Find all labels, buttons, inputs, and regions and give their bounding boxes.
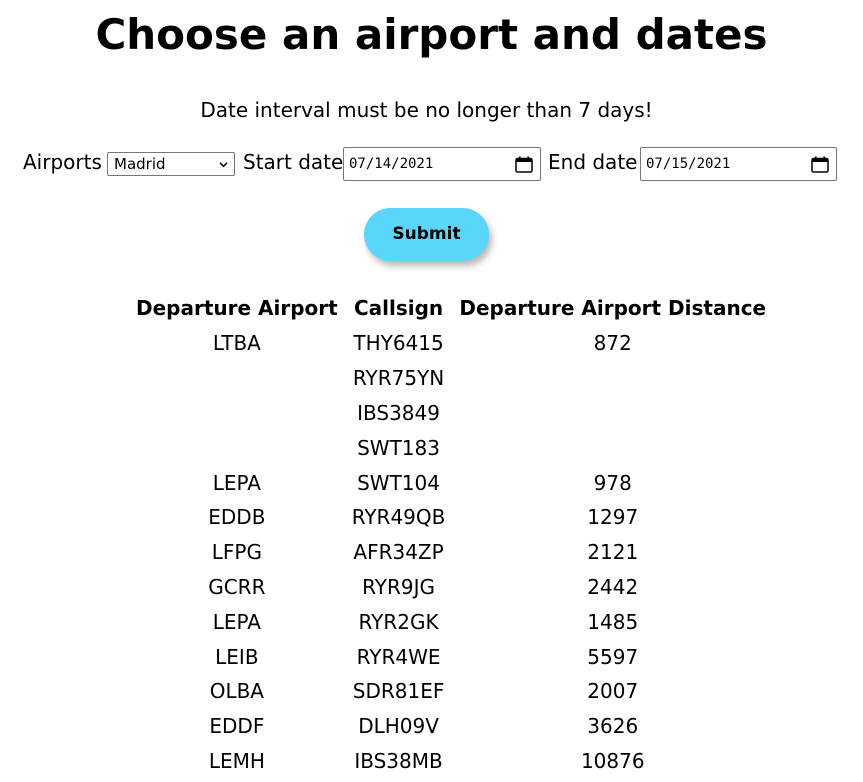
callsign-cell: RYR2GK [358, 609, 439, 634]
airport-select-value: Madrid [114, 155, 166, 173]
departure-airport-cell: LEMH [208, 748, 265, 773]
start-date-input[interactable]: 07/14/2021 [343, 147, 541, 181]
submit-button[interactable]: Submit [364, 208, 489, 261]
departure-airport-cell: EDDF [209, 714, 265, 739]
departure-airport-cell: GCRR [208, 574, 266, 599]
distance-cell: 2007 [587, 679, 639, 704]
table-row: LTBA THY6415 872 [130, 326, 772, 361]
callsign-cell: DLH09V [358, 714, 439, 739]
table-row: LEPA SWT104 978 [130, 465, 772, 500]
airports-label: Airports [23, 150, 102, 174]
table-row: LFPG AFR34ZP 2121 [130, 535, 772, 570]
column-header-departure-airport: Departure Airport [136, 296, 338, 320]
table-row: EDDF DLH09V 3626 [130, 709, 772, 744]
start-date-value: 07/14/2021 [349, 156, 434, 172]
departure-airport-cell: LFPG [211, 540, 262, 565]
callsign-cell: RYR4WE [356, 644, 441, 669]
flights-table: Departure Airport Callsign Departure Air… [128, 290, 774, 778]
departure-airport-cell [130, 430, 344, 465]
callsign-cell: RYR75YN [352, 366, 445, 391]
distance-cell: 1297 [587, 505, 639, 530]
date-interval-notice: Date interval must be no longer than 7 d… [200, 98, 653, 122]
distance-cell: 10876 [580, 748, 645, 773]
table-row: OLBA SDR81EF 2007 [130, 674, 772, 709]
column-header-departure-airport-distance: Departure Airport Distance [459, 296, 767, 320]
departure-airport-cell [130, 361, 344, 396]
departure-airport-cell: OLBA [209, 679, 264, 704]
table-row: LEPA RYR2GK 1485 [130, 604, 772, 639]
distance-cell: 2442 [587, 574, 639, 599]
callsign-cell: SDR81EF [352, 679, 445, 704]
table-row: SWT183 [130, 430, 772, 465]
callsign-cell: SWT183 [357, 435, 440, 460]
departure-airport-cell: EDDB [208, 505, 266, 530]
distance-cell [453, 430, 772, 465]
distance-cell: 1485 [587, 609, 639, 634]
column-header-callsign: Callsign [353, 296, 444, 320]
distance-cell: 5597 [587, 644, 639, 669]
table-row: LEMH IBS38MB 10876 [130, 744, 772, 779]
table-row: RYR75YN [130, 361, 772, 396]
table-row: IBS3849 [130, 396, 772, 431]
callsign-cell: AFR34ZP [353, 540, 444, 565]
page-title: Choose an airport and dates [95, 10, 768, 59]
distance-cell: 872 [593, 331, 632, 356]
distance-cell: 978 [593, 470, 632, 495]
airport-select[interactable]: Madrid [107, 152, 235, 176]
departure-airport-cell: LEPA [212, 470, 261, 495]
chevron-down-icon [219, 162, 228, 168]
departure-airport-cell [130, 396, 344, 431]
distance-cell [453, 361, 772, 396]
distance-cell [453, 396, 772, 431]
end-date-label: End date [548, 150, 638, 174]
departure-airport-cell: LEIB [215, 644, 259, 669]
table-row: EDDB RYR49QB 1297 [130, 500, 772, 535]
calendar-icon[interactable] [515, 156, 533, 173]
end-date-input[interactable]: 07/15/2021 [640, 147, 837, 181]
distance-cell: 2121 [587, 540, 639, 565]
callsign-cell: RYR49QB [351, 505, 446, 530]
calendar-icon[interactable] [811, 156, 829, 173]
search-form: Airports Madrid Start date 07/14/2021 En… [0, 146, 863, 182]
callsign-cell: THY6415 [353, 331, 444, 356]
table-row: LEIB RYR4WE 5597 [130, 639, 772, 674]
callsign-cell: RYR9JG [362, 574, 435, 599]
table-row: GCRR RYR9JG 2442 [130, 570, 772, 605]
callsign-cell: IBS3849 [357, 400, 440, 425]
end-date-value: 07/15/2021 [646, 156, 731, 172]
callsign-cell: IBS38MB [354, 748, 443, 773]
callsign-cell: SWT104 [357, 470, 440, 495]
departure-airport-cell: LEPA [212, 609, 261, 634]
distance-cell: 3626 [587, 714, 639, 739]
departure-airport-cell: LTBA [212, 331, 261, 356]
start-date-label: Start date [243, 150, 344, 174]
table-header-row: Departure Airport Callsign Departure Air… [130, 290, 772, 326]
